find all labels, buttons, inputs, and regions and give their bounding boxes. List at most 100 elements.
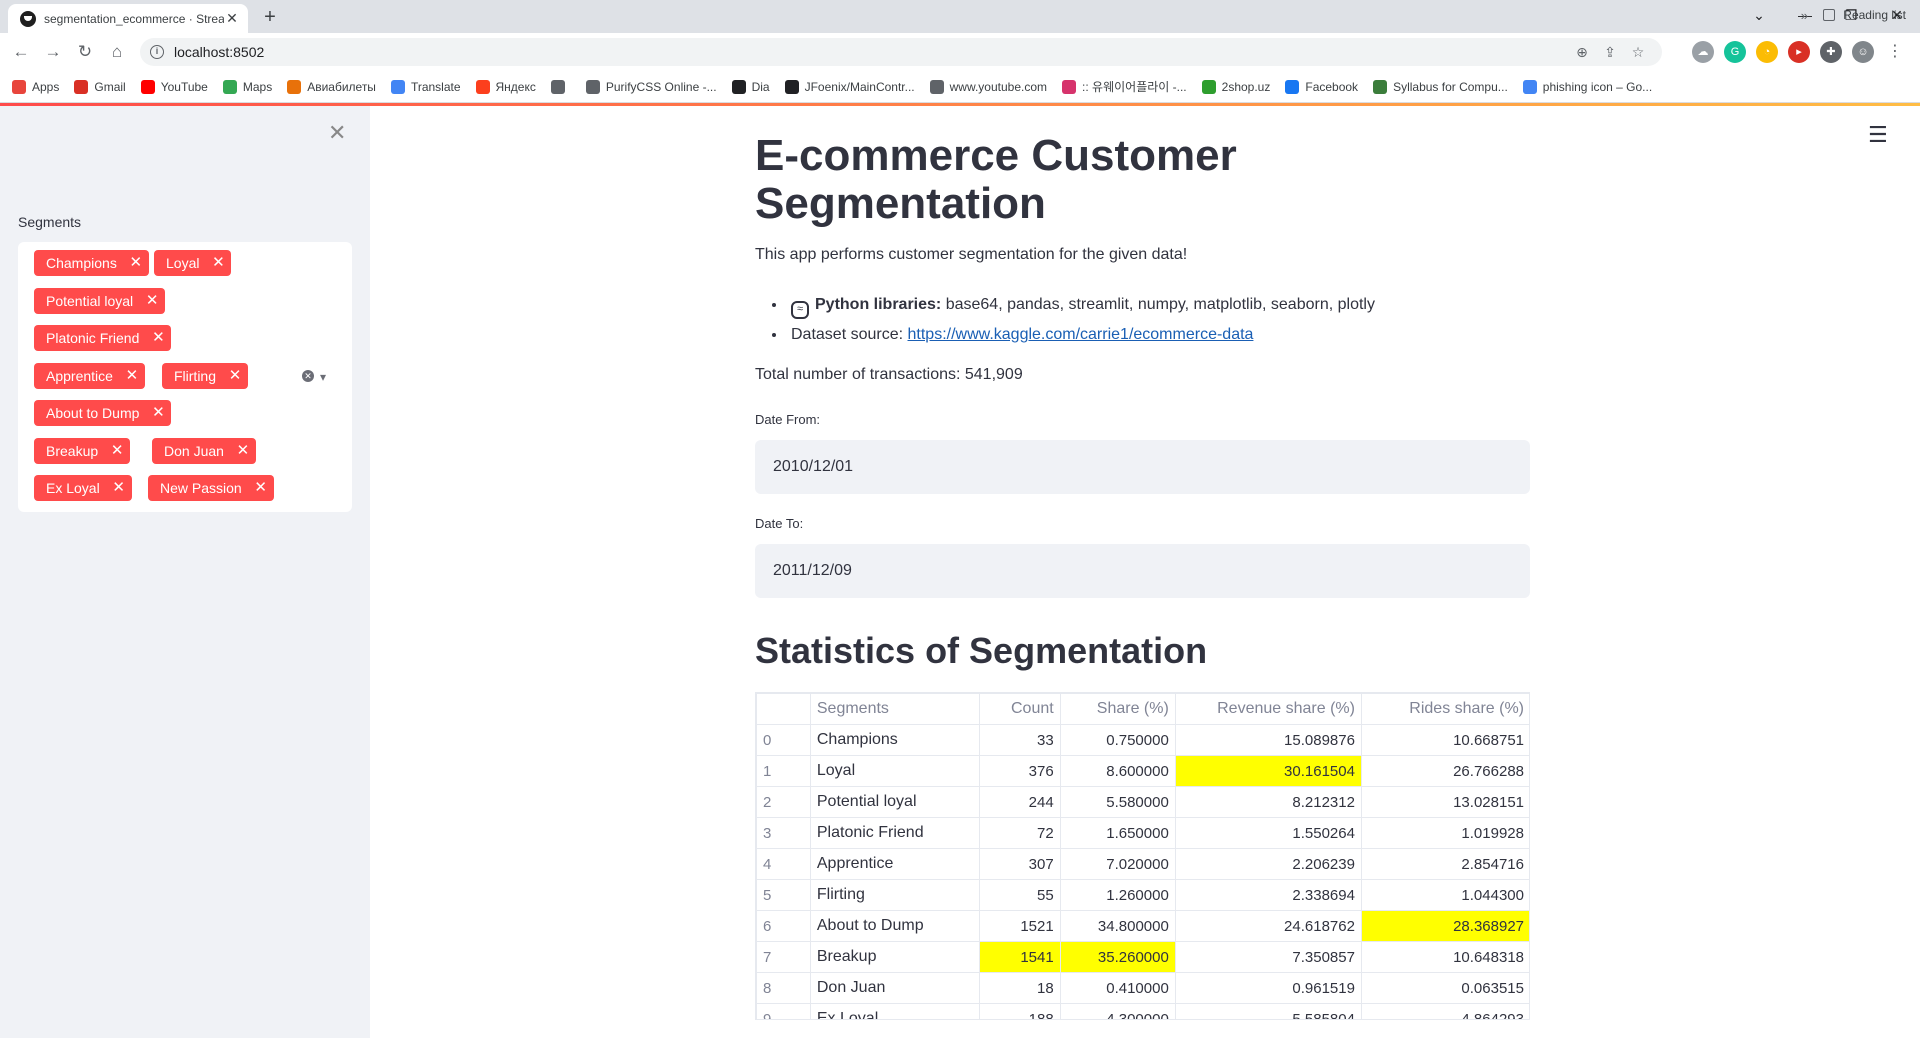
menu-kebab-icon[interactable]: ⋮ [1884,41,1906,63]
remove-tag-icon[interactable]: ✕ [236,438,250,464]
date-from-input[interactable]: 2010/12/01 [755,440,1530,494]
table-row: 5 Flirting 55 1.260000 2.338694 1.044300 [756,879,1529,911]
table-row: 2 Potential loyal 244 5.580000 8.212312 13.02… [756,786,1529,818]
segment-tag-label: Platonic Friend [46,330,140,346]
table-cell-revenue: 1.550264 [1174,817,1362,849]
remove-tag-icon[interactable]: ✕ [145,288,159,314]
dropdown-caret-icon[interactable]: ▾ [320,370,326,384]
bookmark-item[interactable]: phishing icon – Go... [1522,79,1652,94]
tab-search-icon[interactable]: ⌄ [1736,0,1782,33]
bookmark-item[interactable]: YouTube [140,79,208,94]
remove-tag-icon[interactable]: ✕ [151,325,165,351]
remove-tag-icon[interactable]: ✕ [112,475,126,501]
bookmark-item[interactable]: :: 유웨이어플라이 -... [1062,78,1187,95]
extensions-puzzle-icon[interactable]: ✚ [1820,41,1842,63]
python-icon: ≈ [791,301,809,319]
profile-avatar[interactable]: ☺ [1852,41,1874,63]
list-item: Dataset source: https://www.kaggle.com/c… [787,320,1375,350]
bookmarks-overflow-button[interactable]: » [1801,8,1808,23]
table-row: 9 Ex Loyal 188 4.300000 5.585804 4.864293 [756,1003,1529,1019]
share-icon[interactable]: ⇪ [1596,44,1624,61]
reading-list-icon [1823,9,1836,21]
video-extension-icon[interactable]: ▸ [1788,41,1810,63]
segment-tag: Flirting ✕ [162,363,249,389]
bookmark-label: Maps [242,79,273,94]
column-header[interactable]: Rides share (%) [1360,693,1529,725]
column-header[interactable] [756,693,811,725]
remove-tag-icon[interactable]: ✕ [129,250,143,276]
bookmark-item[interactable]: JFoenix/MainContr... [784,79,915,94]
table-cell-share: 35.260000 [1059,941,1176,973]
statistics-table-container[interactable]: Segments Count Share (%) Revenue share (%) R… [755,692,1530,1020]
main-menu-icon[interactable]: ☰ [1868,122,1888,148]
sidebar-close-icon[interactable]: ✕ [328,120,346,146]
address-bar[interactable]: i localhost:8502 ⊕ ⇪ ☆ [140,38,1662,66]
column-header[interactable]: Segments [809,693,980,725]
clear-all-icon[interactable]: ✕ [302,370,314,382]
table-cell-revenue: 0.961519 [1174,972,1362,1004]
column-header[interactable]: Count [978,693,1061,725]
remove-tag-icon[interactable]: ✕ [151,400,165,426]
zoom-icon[interactable]: ⊕ [1568,44,1596,61]
bookmark-item[interactable] [550,79,571,94]
table-cell-idx: 4 [756,848,811,880]
segment-tag-label: Don Juan [164,443,224,459]
bookmark-item[interactable]: Translate [390,79,461,94]
column-header[interactable]: Revenue share (%) [1174,693,1362,725]
url-text: localhost:8502 [174,44,265,60]
segment-tag-label: Potential loyal [46,293,134,309]
new-tab-button[interactable]: + [256,6,284,30]
sidebar: ✕ Segments ✕ ▾ Champions ✕ Loyal ✕ Potential… [0,106,370,1038]
bookmark-item[interactable]: Apps [12,79,59,94]
back-icon[interactable]: ← [10,41,32,63]
table-cell-rides: 10.668751 [1360,724,1529,756]
bookmark-label: Syllabus for Compu... [1393,79,1508,94]
reload-icon[interactable]: ↻ [74,41,96,63]
dataset-link[interactable]: https://www.kaggle.com/carrie1/ecommerce… [908,326,1254,343]
bookmark-item[interactable]: Яндекс [475,79,536,94]
bookmark-item[interactable]: Facebook [1285,79,1358,94]
segment-tag-label: Ex Loyal [46,480,100,496]
segments-multiselect[interactable]: ✕ ▾ Champions ✕ Loyal ✕ Potential loyal ✕ Plat… [18,242,352,512]
bookmark-favicon-icon [585,79,600,94]
table-cell-share: 8.600000 [1059,755,1176,787]
home-icon[interactable]: ⌂ [106,41,128,63]
site-info-icon[interactable]: i [150,45,164,59]
remove-tag-icon[interactable]: ✕ [211,250,225,276]
cloud-extension-icon[interactable]: ☁ [1692,41,1714,63]
bookmark-item[interactable]: www.youtube.com [929,79,1047,94]
reading-list-button[interactable]: Reading list [1823,8,1906,22]
bookmark-item[interactable]: PurifyCSS Online -... [585,79,717,94]
table-cell-seg: Potential loyal [809,786,980,818]
bookmark-item[interactable]: Dia [731,79,770,94]
column-header[interactable]: Share (%) [1059,693,1176,725]
remove-tag-icon[interactable]: ✕ [254,475,268,501]
bookmark-label: Авиабилеты [307,79,376,94]
browser-tab[interactable]: segmentation_ecommerce · Strea ✕ [8,4,248,33]
remove-tag-icon[interactable]: ✕ [110,438,124,464]
grammarly-extension-icon[interactable]: G [1724,41,1746,63]
bookmark-favicon-icon [1201,79,1216,94]
table-cell-count: 244 [978,786,1061,818]
bookmark-item[interactable]: 2shop.uz [1201,79,1270,94]
bookmark-item[interactable]: Gmail [74,79,126,94]
bookmark-item[interactable]: Авиабилеты [287,79,376,94]
date-to-input[interactable]: 2011/12/09 [755,544,1530,598]
segment-tag-label: Apprentice [46,368,113,384]
bookmark-item[interactable]: Syllabus for Compu... [1373,79,1508,94]
close-tab-icon[interactable]: ✕ [224,10,240,27]
segment-tag-label: Champions [46,255,117,271]
table-cell-count: 55 [978,879,1061,911]
segment-tag: Loyal ✕ [154,250,232,276]
remove-tag-icon[interactable]: ✕ [125,363,139,389]
forward-icon[interactable]: → [42,41,64,63]
color-extension-icon[interactable]: ◔ [1756,41,1778,63]
bookmark-item[interactable]: Maps [222,79,273,94]
remove-tag-icon[interactable]: ✕ [228,363,242,389]
table-cell-rides: 1.044300 [1360,879,1529,911]
table-cell-rides: 4.864293 [1360,1003,1529,1019]
bookmark-favicon-icon [475,79,490,94]
extensions-area: ☁ G ◔ ▸ ✚ ☺ ⋮ [1692,41,1906,63]
table-cell-revenue: 24.618762 [1174,910,1362,942]
bookmark-star-icon[interactable]: ☆ [1624,44,1652,61]
